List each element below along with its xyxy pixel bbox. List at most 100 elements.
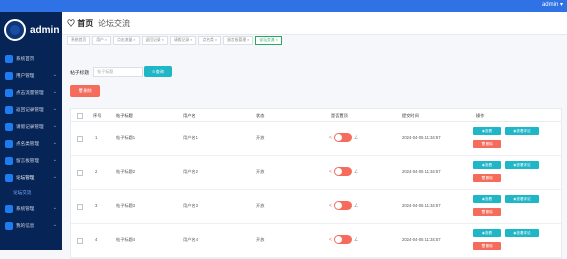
sidebar-item-4[interactable]: 请假记录管理 ⌄ bbox=[0, 118, 62, 135]
table-row: 1 帖子标题1 用户名1 开放 < ∠ 2024-04-05 11:34:57 ◉… bbox=[71, 122, 561, 156]
sidebar: admin 系统首页 用户管理 ⌄ 点击流量管理 ⌄ 返回记录管理 ⌄ 请假记录管理 ⌄ 点名类管… bbox=[0, 12, 62, 250]
row-checkbox[interactable] bbox=[77, 238, 83, 244]
pin-switch[interactable]: < ∠ bbox=[329, 201, 358, 210]
chevron-down-icon: ⌄ bbox=[52, 174, 57, 180]
sidebar-item-5[interactable]: 点名类管理 ⌄ bbox=[0, 135, 62, 152]
search-input[interactable]: 帖子标题 bbox=[93, 67, 144, 77]
table-header: 序号 帖子标题 用户名 状态 是否置顶 提交时间 操作 bbox=[71, 109, 561, 122]
cell-time: 2024-04-05 11:34:57 bbox=[402, 237, 441, 242]
sidebar-item-label: 返回记录管理 bbox=[16, 106, 44, 112]
cell-title: 帖子标题2 bbox=[116, 169, 136, 174]
cell-user: 用户名2 bbox=[183, 169, 198, 174]
row-checkbox[interactable] bbox=[77, 136, 83, 142]
col-status: 状态 bbox=[256, 113, 265, 118]
cell-title: 帖子标题4 bbox=[116, 237, 136, 242]
tab-5[interactable]: 点名类 × bbox=[198, 36, 222, 45]
delete-button-label: 删除 bbox=[83, 88, 92, 93]
switch-track bbox=[333, 133, 352, 142]
view-comments-label: 查看评论 bbox=[516, 162, 531, 167]
user-menu[interactable]: admin ▾ bbox=[542, 1, 563, 8]
view-comments-button[interactable]: ◉ 查看评论 bbox=[505, 161, 539, 169]
chevron-down-icon: ⌄ bbox=[52, 106, 57, 112]
tab-1[interactable]: 用户 × bbox=[92, 36, 112, 45]
msg-icon bbox=[5, 156, 13, 165]
row-delete-button[interactable]: 🗑 删除 bbox=[473, 208, 501, 216]
row-delete-button[interactable]: 🗑 删除 bbox=[473, 140, 501, 148]
search-button[interactable]: ⊙ 查询 bbox=[144, 66, 172, 77]
cell-status: 开放 bbox=[256, 237, 265, 242]
cell-time: 2024-04-05 11:34:57 bbox=[402, 203, 441, 208]
sidebar-item-label: 留言板管理 bbox=[16, 157, 39, 163]
sidebar-item-0[interactable]: 系统首页 bbox=[0, 50, 62, 67]
table-row: 3 帖子标题3 用户名3 开放 < ∠ 2024-04-05 11:34:57 ◉… bbox=[71, 190, 561, 224]
view-button[interactable]: ◉ 查看 bbox=[473, 161, 501, 169]
chevron-down-icon: ⌄ bbox=[52, 123, 57, 129]
sidebar-item-3[interactable]: 返回记录管理 ⌄ bbox=[0, 101, 62, 118]
sidebar-item-label: 点名类管理 bbox=[16, 140, 39, 146]
sidebar-item-6[interactable]: 留言板管理 ⌄ bbox=[0, 152, 62, 169]
view-comments-button[interactable]: ◉ 查看评论 bbox=[505, 195, 539, 203]
view-comments-label: 查看评论 bbox=[516, 196, 531, 201]
search-form: 帖子标题 帖子标题 bbox=[70, 67, 144, 77]
view-button[interactable]: ◉ 查看 bbox=[473, 229, 501, 237]
tab-2[interactable]: 点击流量 × bbox=[113, 36, 140, 45]
delete-button[interactable]: 🗑 删除 bbox=[70, 85, 100, 97]
chevron-down-icon: ⌄ bbox=[52, 72, 57, 78]
col-no: 序号 bbox=[93, 113, 102, 118]
switch-right-icon: ∠ bbox=[353, 134, 359, 141]
switch-left-icon: < bbox=[329, 134, 332, 141]
switch-track bbox=[333, 235, 352, 244]
tab-0[interactable]: 系统首页 bbox=[67, 36, 91, 45]
view-comments-button[interactable]: ◉ 查看评论 bbox=[505, 127, 539, 135]
sidebar-menu: 系统首页 用户管理 ⌄ 点击流量管理 ⌄ 返回记录管理 ⌄ 请假记录管理 ⌄ 点名类管理 ⌄ 留言板管… bbox=[0, 50, 62, 234]
sidebar-item-7[interactable]: 论坛管理 ⌄ bbox=[0, 169, 62, 186]
page-title: 论坛交流 bbox=[98, 19, 130, 28]
tab-4[interactable]: 请假记录 × bbox=[170, 36, 197, 45]
sidebar-item-label: 论坛管理 bbox=[16, 174, 35, 180]
select-all-checkbox[interactable] bbox=[77, 113, 83, 119]
table-body: 1 帖子标题1 用户名1 开放 < ∠ 2024-04-05 11:34:57 ◉… bbox=[71, 122, 561, 258]
cell-title: 帖子标题3 bbox=[116, 203, 136, 208]
view-button[interactable]: ◉ 查看 bbox=[473, 195, 501, 203]
pin-switch[interactable]: < ∠ bbox=[329, 235, 358, 244]
cell-user: 用户名1 bbox=[183, 135, 198, 140]
cell-time: 2024-04-05 11:34:57 bbox=[402, 169, 441, 174]
tab-7[interactable]: 论坛交流 × bbox=[255, 36, 282, 45]
main-area: ♡ 首页 论坛交流 系统首页 用户 × 点击流量 × 返回记录 × 请假记录 × 点名类 … bbox=[62, 12, 567, 259]
profile-icon bbox=[5, 221, 13, 230]
row-delete-button[interactable]: 🗑 删除 bbox=[473, 174, 501, 182]
brand-name: admin bbox=[30, 24, 60, 36]
sidebar-item-label: 系统管理 bbox=[16, 205, 35, 211]
view-comments-button[interactable]: ◉ 查看评论 bbox=[505, 229, 539, 237]
view-button[interactable]: ◉ 查看 bbox=[473, 127, 501, 135]
tab-6[interactable]: 留言板管理 × bbox=[223, 36, 254, 45]
home-label: 首页 bbox=[77, 19, 94, 28]
col-pinned: 是否置顶 bbox=[331, 113, 348, 118]
tag-icon bbox=[5, 139, 13, 148]
sidebar-item-2[interactable]: 点击流量管理 ⌄ bbox=[0, 84, 62, 101]
forum-icon bbox=[5, 173, 13, 182]
tab-3[interactable]: 返回记录 × bbox=[141, 36, 168, 45]
chart-icon bbox=[5, 88, 13, 97]
pin-switch[interactable]: < ∠ bbox=[329, 133, 358, 142]
chevron-down-icon: ⌄ bbox=[52, 222, 57, 228]
switch-right-icon: ∠ bbox=[353, 168, 359, 175]
switch-track bbox=[333, 201, 352, 210]
row-delete-label: 删除 bbox=[485, 175, 493, 180]
row-checkbox[interactable] bbox=[77, 170, 83, 176]
sidebar-item-1[interactable]: 用户管理 ⌄ bbox=[0, 67, 62, 84]
cell-no: 3 bbox=[95, 203, 98, 208]
page-header: ♡ 首页 论坛交流 bbox=[62, 12, 567, 35]
breadcrumb-home[interactable]: ♡ 首页 bbox=[67, 18, 93, 29]
sidebar-item-9[interactable]: 我的信息 ⌄ bbox=[0, 217, 62, 234]
sidebar-subitem-forum[interactable]: 论坛交流 bbox=[0, 186, 62, 200]
sidebar-item-8[interactable]: 系统管理 ⌄ bbox=[0, 200, 62, 217]
pin-switch[interactable]: < ∠ bbox=[329, 167, 358, 176]
view-label: 查看 bbox=[484, 230, 493, 235]
switch-right-icon: ∠ bbox=[353, 202, 359, 209]
chevron-down-icon: ⌄ bbox=[52, 205, 57, 211]
tab-bar: 系统首页 用户 × 点击流量 × 返回记录 × 请假记录 × 点名类 × 留言板管理 × 论坛… bbox=[67, 36, 282, 45]
row-delete-button[interactable]: 🗑 删除 bbox=[473, 242, 501, 250]
switch-left-icon: < bbox=[329, 236, 332, 243]
row-checkbox[interactable] bbox=[77, 204, 83, 210]
